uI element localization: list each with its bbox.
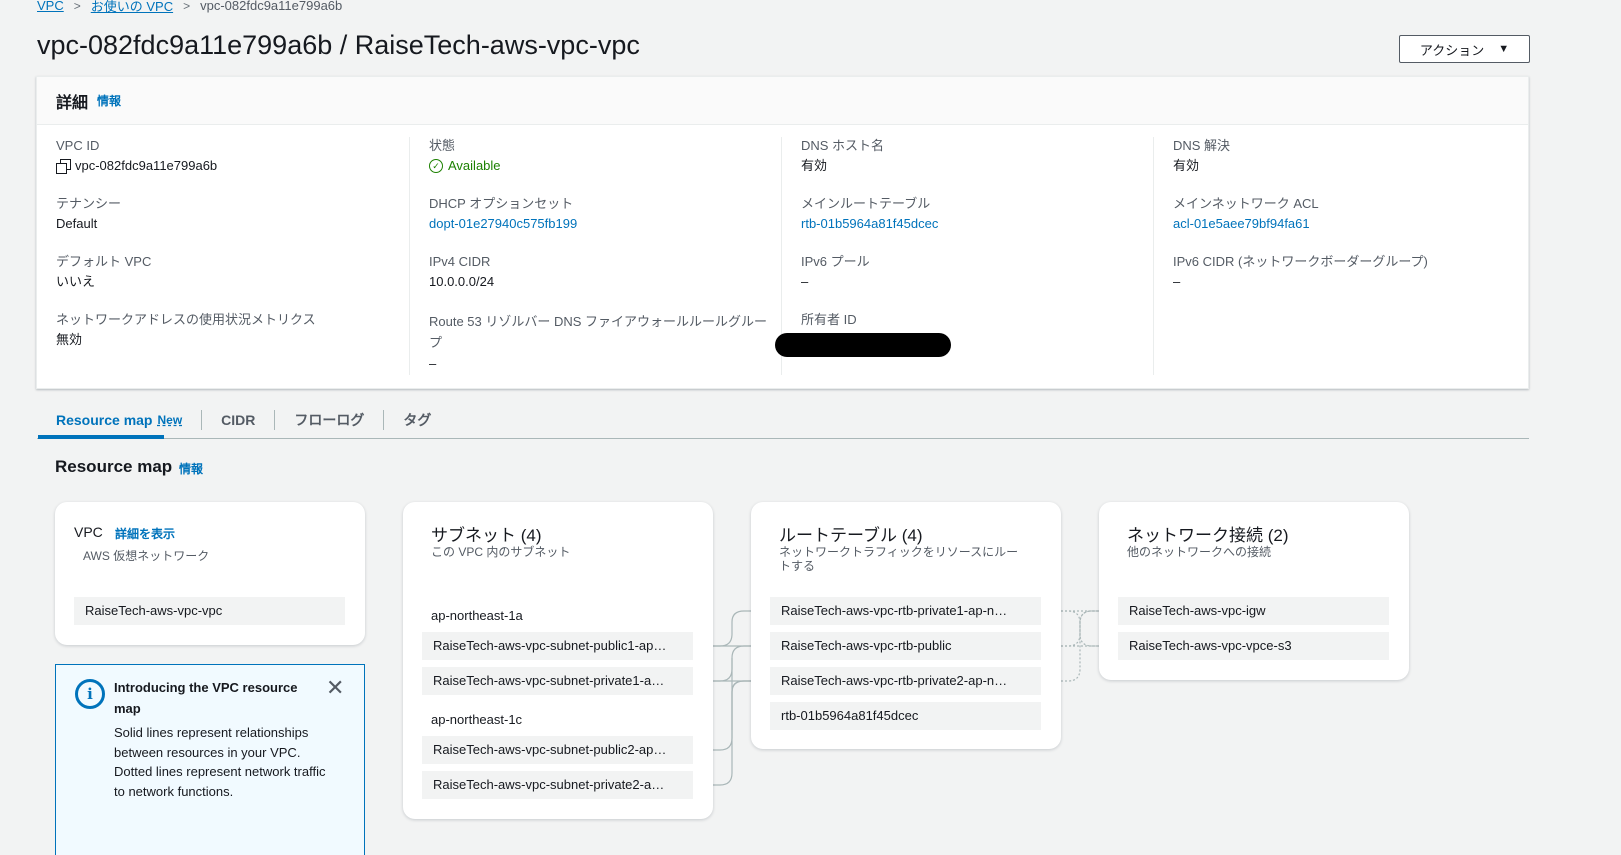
actions-button[interactable]: アクション ▼ <box>1399 35 1530 63</box>
info-icon: i <box>75 679 105 709</box>
route53-label: Route 53 リゾルバー DNS ファイアウォールルールグループ <box>429 314 768 350</box>
main-route-table-link[interactable]: rtb-01b5964a81f45dcec <box>801 213 1153 235</box>
resource-map-info-link[interactable]: 情報 <box>179 460 203 477</box>
dns-resolution-value: 有効 <box>1173 158 1200 173</box>
subnets-card: サブネット (4) この VPC 内のサブネット ap-northeast-1a… <box>403 502 713 819</box>
metrics-label: ネットワークアドレスの使用状況メトリクス <box>56 312 316 327</box>
caret-down-icon: ▼ <box>1498 43 1510 55</box>
main-route-table-label: メインルートテーブル <box>801 196 931 211</box>
tab-resource-map-label: Resource map <box>56 411 153 428</box>
vpc-id-label: VPC ID <box>56 138 100 153</box>
chevron-right-icon: > <box>183 0 191 13</box>
details-info-link[interactable]: 情報 <box>97 92 121 109</box>
details-column-2: 状態 ✓ Available DHCP オプションセット dopt-01e2794… <box>409 137 781 375</box>
vpc-card-subtitle: AWS 仮想ネットワーク <box>83 549 210 563</box>
tab-tags[interactable]: タグ <box>384 410 450 430</box>
dns-hostname-label: DNS ホスト名 <box>801 138 885 153</box>
check-circle-icon: ✓ <box>429 159 443 173</box>
az-label: ap-northeast-1c <box>431 712 523 727</box>
tab-flow-logs[interactable]: フローログ <box>275 409 385 430</box>
network-card-subtitle: 他のネットワークへの接続 <box>1127 545 1272 559</box>
breadcrumb-vpc[interactable]: VPC <box>37 0 64 13</box>
new-badge: New <box>157 412 183 427</box>
network-connection-item[interactable]: RaiseTech-aws-vpc-vpce-s3 <box>1118 632 1389 660</box>
actions-button-label: アクション <box>1419 42 1485 58</box>
dns-resolution-label: DNS 解決 <box>1173 138 1231 153</box>
tenancy-label: テナンシー <box>56 196 122 211</box>
page-title: vpc-082fdc9a11e799a6b / RaiseTech-aws-vp… <box>37 30 640 60</box>
details-header: 詳細 情報 <box>37 77 1528 125</box>
default-vpc-label: デフォルト VPC <box>56 254 152 269</box>
route-tables-card-title: ルートテーブル (4) <box>779 526 923 545</box>
details-title: 詳細 <box>56 94 89 112</box>
dhcp-link[interactable]: dopt-01e27940c575fb199 <box>429 213 781 235</box>
network-card-title: ネットワーク接続 (2) <box>1127 526 1289 545</box>
info-alert-body: Solid lines represent relationships betw… <box>114 725 326 799</box>
ipv6-cidr-value: – <box>1173 274 1181 289</box>
main-acl-label: メインネットワーク ACL <box>1173 196 1319 211</box>
owner-id-label: 所有者 ID <box>801 312 857 327</box>
vpc-id-value: vpc-082fdc9a11e799a6b <box>75 158 218 173</box>
breadcrumb: VPC > お使いの VPC > vpc-082fdc9a11e799a6b <box>37 0 342 15</box>
subnets-card-subtitle: この VPC 内のサブネット <box>431 545 571 559</box>
info-alert-title: Introducing the VPC resource map <box>114 680 298 716</box>
vpc-card: VPC 詳細を表示 AWS 仮想ネットワーク RaiseTech-aws-vpc… <box>55 502 365 645</box>
route-table-item[interactable]: RaiseTech-aws-vpc-rtb-private2-ap-n… <box>770 667 1041 695</box>
route53-value: – <box>429 356 437 371</box>
metrics-value: 無効 <box>56 332 83 347</box>
subnets-card-title: サブネット (4) <box>431 526 542 545</box>
network-connections-card: ネットワーク接続 (2) 他のネットワークへの接続 RaiseTech-aws-… <box>1099 502 1409 680</box>
ipv4-value: 10.0.0.0/24 <box>429 274 495 289</box>
network-connection-item[interactable]: RaiseTech-aws-vpc-igw <box>1118 597 1389 625</box>
owner-id-redaction <box>775 333 951 357</box>
route-tables-card-subtitle: ネットワークトラフィックをリソースにルートする <box>779 545 1019 573</box>
main-acl-link[interactable]: acl-01e5aee79bf94fa61 <box>1173 213 1525 235</box>
default-vpc-value: いいえ <box>56 274 96 289</box>
route-table-item[interactable]: RaiseTech-aws-vpc-rtb-public <box>770 632 1041 660</box>
vpc-resource-item[interactable]: RaiseTech-aws-vpc-vpc <box>74 597 345 625</box>
state-value: Available <box>448 158 501 173</box>
route-table-item[interactable]: RaiseTech-aws-vpc-rtb-private1-ap-n… <box>770 597 1041 625</box>
resource-map-title: Resource map <box>55 457 173 476</box>
vpc-details-link[interactable]: 詳細を表示 <box>115 525 175 542</box>
ipv6-pool-value: – <box>801 274 809 289</box>
ipv4-label: IPv4 CIDR <box>429 254 491 269</box>
breadcrumb-your-vpcs[interactable]: お使いの VPC <box>91 0 173 15</box>
subnet-item[interactable]: RaiseTech-aws-vpc-subnet-public2-ap… <box>422 736 693 764</box>
subnet-item[interactable]: RaiseTech-aws-vpc-subnet-private1-a… <box>422 667 693 695</box>
copy-icon[interactable] <box>56 159 71 174</box>
vpc-resource-map-info-alert: i Introducing the VPC resource map ✕ Sol… <box>55 664 365 855</box>
dhcp-label: DHCP オプションセット <box>429 196 574 211</box>
active-tab-indicator <box>38 435 164 439</box>
az-label: ap-northeast-1a <box>431 608 523 623</box>
details-column-4: DNS 解決 有効 メインネットワーク ACL acl-01e5aee79bf9… <box>1153 137 1525 375</box>
vpc-card-title: VPC <box>74 524 103 540</box>
route-tables-card: ルートテーブル (4) ネットワークトラフィックをリソースにルートする Rais… <box>751 502 1061 749</box>
tenancy-value: Default <box>56 216 98 231</box>
subnet-item[interactable]: RaiseTech-aws-vpc-subnet-public1-ap… <box>422 632 693 660</box>
close-icon[interactable]: ✕ <box>326 675 344 701</box>
state-label: 状態 <box>429 138 456 153</box>
tab-resource-map[interactable]: Resource map New <box>37 409 203 430</box>
ipv6-pool-label: IPv6 プール <box>801 254 870 269</box>
chevron-right-icon: > <box>73 0 81 13</box>
subnet-item[interactable]: RaiseTech-aws-vpc-subnet-private2-a… <box>422 771 693 799</box>
route-table-item[interactable]: rtb-01b5964a81f45dcec <box>770 702 1041 730</box>
tab-cidr[interactable]: CIDR <box>202 409 276 430</box>
dns-hostname-value: 有効 <box>801 158 828 173</box>
details-column-1: VPC ID vpc-082fdc9a11e799a6b テナンシー Defau… <box>37 137 409 375</box>
tab-bar: Resource map New CIDR フローログ タグ <box>37 401 1529 439</box>
ipv6-cidr-label: IPv6 CIDR (ネットワークボーダーグループ) <box>1173 254 1428 269</box>
breadcrumb-current: vpc-082fdc9a11e799a6b <box>200 0 343 13</box>
